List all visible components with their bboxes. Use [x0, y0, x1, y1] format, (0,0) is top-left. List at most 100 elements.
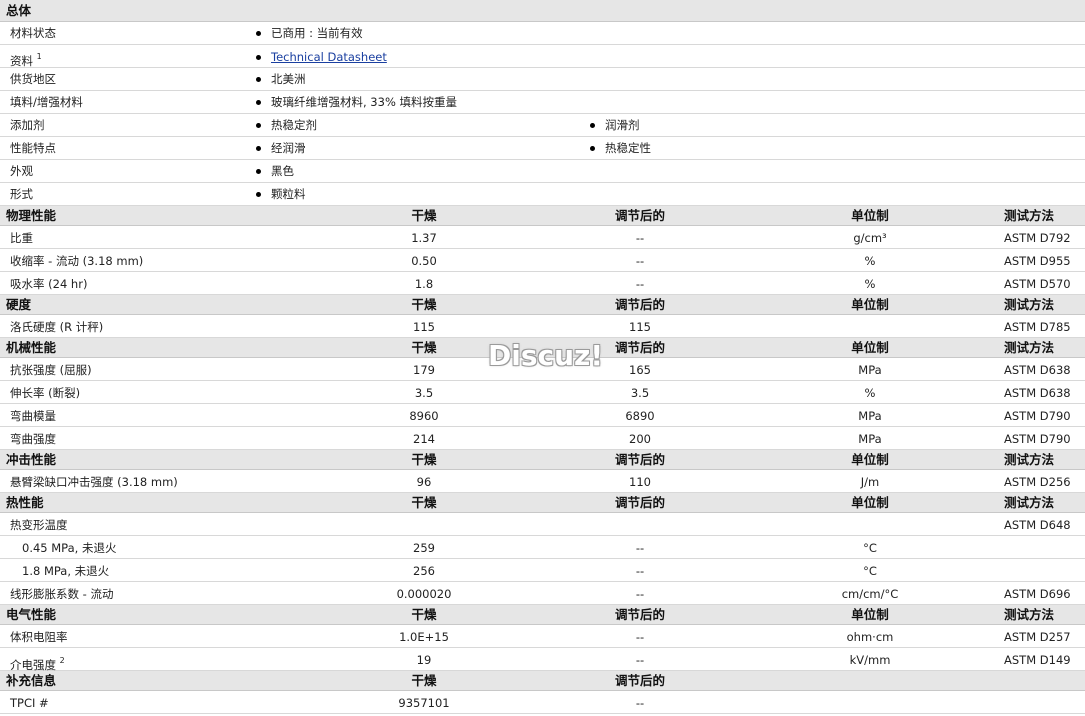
value-dry: 115: [413, 320, 435, 334]
general-row-features: 性能特点 经润滑 热稳定性: [0, 137, 1085, 160]
table-row: 介电强度 2 19 -- kV/mm ASTM D149: [0, 648, 1085, 672]
general-title: 总体: [6, 3, 32, 18]
value-conditioned: --: [635, 254, 645, 268]
col-header-unit: 单位制: [851, 495, 889, 510]
value-dry: 8960: [409, 409, 439, 423]
value-conditioned: 200: [629, 432, 651, 446]
col-header-dry: 干燥: [411, 607, 437, 622]
bullet-icon: [256, 55, 261, 60]
col-header-dry: 干燥: [411, 495, 437, 510]
section-header: 物理性能 干燥 调节后的 单位制 测试方法: [0, 206, 1085, 226]
col-header-unit: 单位制: [851, 208, 889, 223]
value-unit: MPa: [858, 432, 882, 446]
bullet-icon: [590, 146, 595, 151]
row-label: 供货地区: [10, 72, 56, 86]
col-header-conditioned: 调节后的: [614, 607, 665, 622]
property-name: 吸水率 (24 hr): [10, 277, 88, 291]
row-label: 填料/增强材料: [10, 95, 83, 109]
value-dry: 96: [416, 475, 432, 489]
property-name: 悬臂梁缺口冲击强度 (3.18 mm): [10, 475, 178, 489]
value-unit: J/m: [860, 475, 880, 489]
col-header-method: 测试方法: [1004, 208, 1055, 223]
bullet-icon: [256, 192, 261, 197]
row-label: 外观: [10, 164, 33, 178]
bullet-icon: [590, 123, 595, 128]
property-name: 比重: [10, 231, 33, 245]
col-header-dry: 干燥: [411, 452, 437, 467]
bullet-item: 玻璃纤维增强材料, 33% 填料按重量: [256, 91, 457, 113]
col-header-unit: 单位制: [851, 452, 889, 467]
value-unit: °C: [863, 541, 877, 555]
property-name: 收缩率 - 流动 (3.18 mm): [10, 254, 144, 268]
property-name: 弯曲强度: [10, 432, 56, 446]
value-dry: 214: [413, 432, 435, 446]
value-method: ASTM D149: [1004, 653, 1071, 667]
value-dry: 0.000020: [396, 587, 452, 601]
property-name: 热变形温度: [10, 518, 68, 532]
value-dry: 9357101: [398, 696, 450, 710]
value-dry: 259: [413, 541, 435, 555]
table-row: 洛氏硬度 (R 计秤) 115 115 ASTM D785: [0, 315, 1085, 338]
bullet-item: 已商用 : 当前有效: [256, 22, 363, 44]
property-name: 体积电阻率: [10, 630, 68, 644]
col-header-dry: 干燥: [411, 673, 437, 688]
value-unit: g/cm³: [853, 231, 887, 245]
section-title: 物理性能: [6, 208, 57, 223]
property-name: 0.45 MPa, 未退火: [22, 541, 117, 555]
value-unit: %: [864, 386, 876, 400]
col-header-dry: 干燥: [411, 208, 437, 223]
row-label: 添加剂: [10, 118, 45, 132]
property-name: TPCI #: [10, 696, 49, 710]
bullet-icon: [256, 100, 261, 105]
col-header-method: 测试方法: [1004, 607, 1055, 622]
technical-datasheet-link[interactable]: Technical Datasheet: [271, 50, 387, 64]
value-unit: cm/cm/°C: [841, 587, 899, 601]
section-title: 热性能: [6, 495, 44, 510]
value-dry: 1.37: [411, 231, 437, 245]
table-row: 弯曲强度 214 200 MPa ASTM D790: [0, 427, 1085, 450]
value-conditioned: 3.5: [630, 386, 650, 400]
table-row: 伸长率 (断裂) 3.5 3.5% ASTM D638: [0, 381, 1085, 404]
general-row-status: 材料状态 已商用 : 当前有效: [0, 22, 1085, 45]
table-row: 收缩率 - 流动 (3.18 mm) 0.50 --% ASTM D955: [0, 249, 1085, 272]
section-title: 硬度: [6, 297, 32, 312]
bullet-icon: [256, 146, 261, 151]
table-row: 热变形温度 ASTM D648: [0, 513, 1085, 536]
value-method: ASTM D648: [1004, 518, 1071, 532]
value-method: ASTM D790: [1004, 409, 1071, 423]
bullet-icon: [256, 77, 261, 82]
col-header-conditioned: 调节后的: [614, 297, 665, 312]
footnote-ref: 2: [59, 656, 65, 665]
col-header-dry: 干燥: [411, 297, 437, 312]
general-row-docs: 资料 1 Technical Datasheet: [0, 45, 1085, 68]
value-dry: 19: [416, 653, 432, 667]
section-header: 电气性能 干燥 调节后的 单位制 测试方法: [0, 605, 1085, 625]
value-conditioned: --: [635, 696, 645, 710]
value-conditioned: --: [635, 587, 645, 601]
footnote-ref: 1: [36, 52, 42, 61]
row-label: 形式: [10, 187, 33, 201]
value-unit: %: [864, 254, 876, 268]
value-dry: 3.5: [414, 386, 434, 400]
value-unit: %: [864, 277, 876, 291]
value-conditioned: 6890: [625, 409, 655, 423]
table-row: 1.8 MPa, 未退火 256 -- °C: [0, 559, 1085, 582]
col-header-method: 测试方法: [1004, 452, 1055, 467]
value-method: ASTM D638: [1004, 363, 1071, 377]
property-name: 线形膨胀系数 - 流动: [10, 587, 114, 601]
general-row-form: 形式 颗粒料: [0, 183, 1085, 206]
section-title: 机械性能: [6, 340, 57, 355]
bullet-item: 颗粒料: [256, 183, 306, 205]
value-conditioned: 110: [629, 475, 651, 489]
property-name: 1.8 MPa, 未退火: [22, 564, 110, 578]
col-header-conditioned: 调节后的: [614, 452, 665, 467]
value-dry: 0.50: [411, 254, 437, 268]
value-method: ASTM D785: [1004, 320, 1071, 334]
col-header-unit: 单位制: [851, 297, 889, 312]
section-title: 冲击性能: [6, 452, 57, 467]
bullet-icon: [256, 31, 261, 36]
value-method: ASTM D955: [1004, 254, 1071, 268]
bullet-item: 润滑剂: [590, 114, 640, 136]
value-method: ASTM D790: [1004, 432, 1071, 446]
value-unit: °C: [863, 564, 877, 578]
